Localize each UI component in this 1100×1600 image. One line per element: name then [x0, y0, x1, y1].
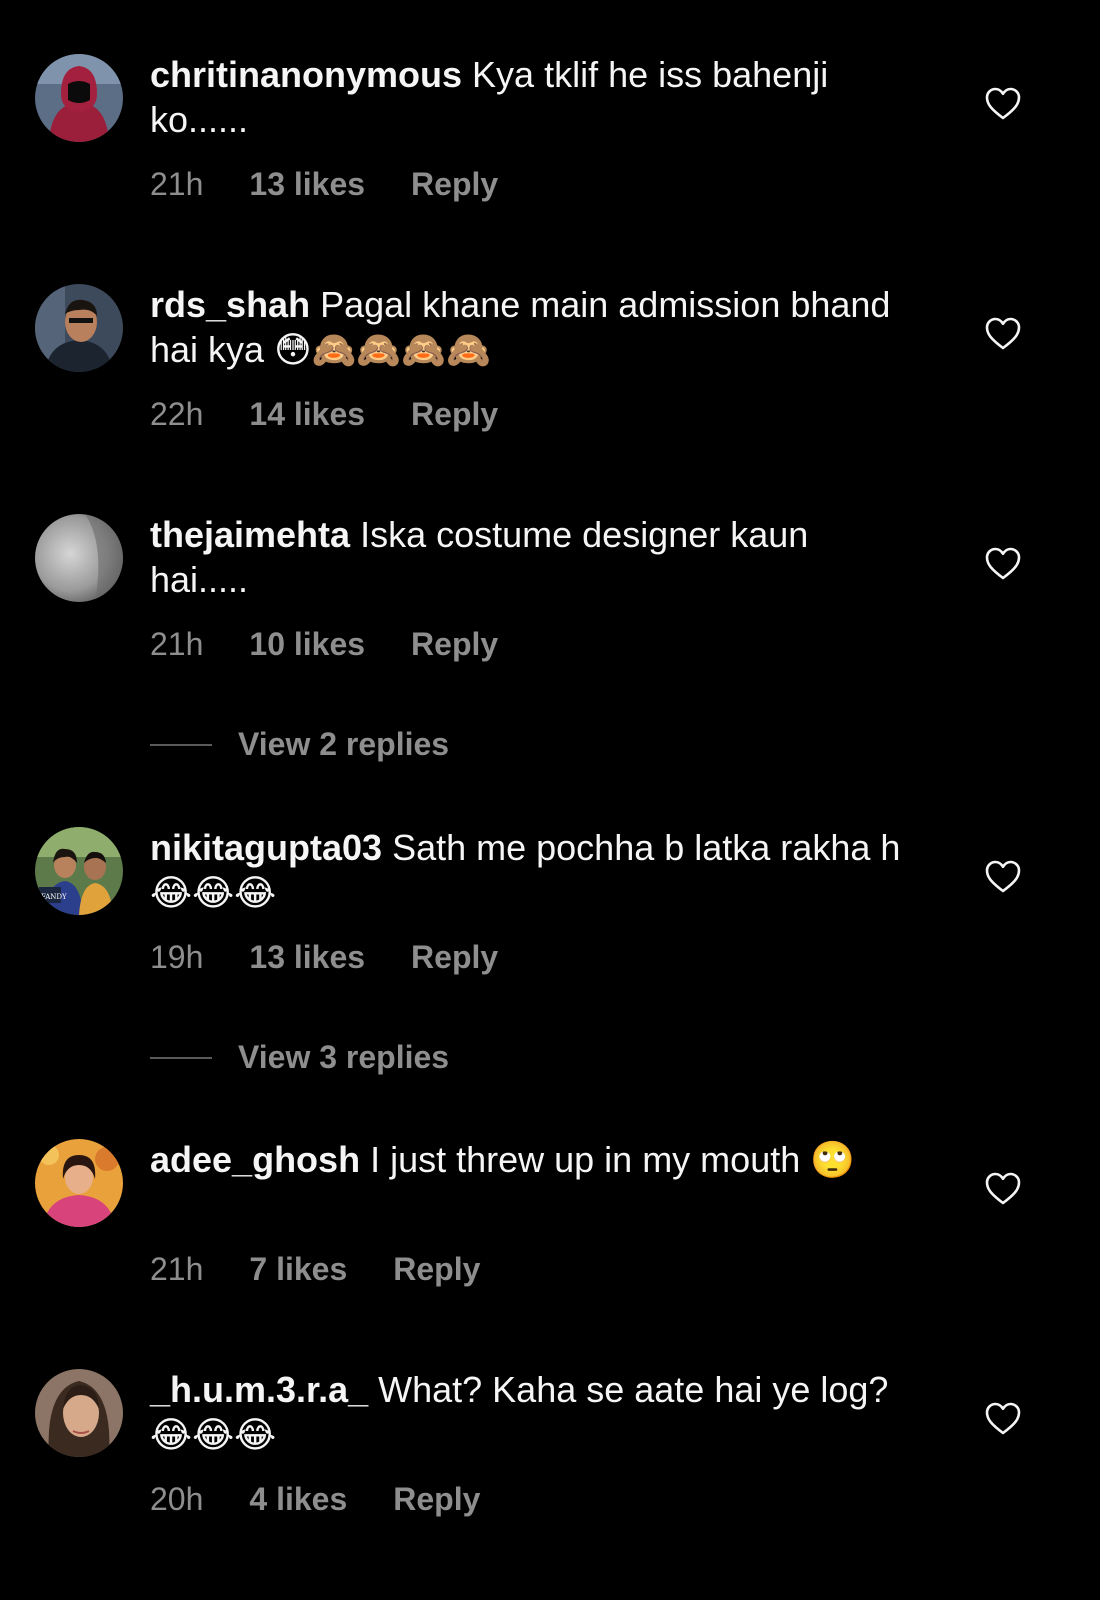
comment-text-block: thejaimehta Iska costume designer kaun ha… — [150, 512, 910, 602]
comment-username[interactable]: rds_shah — [150, 284, 310, 325]
view-replies-button[interactable]: View 3 replies — [150, 1039, 449, 1076]
comment-meta: 19h 13 likes Reply — [150, 939, 498, 976]
heart-outline-icon[interactable] — [985, 87, 1021, 121]
comment-username[interactable]: adee_ghosh — [150, 1139, 360, 1180]
comment-meta: 20h 4 likes Reply — [150, 1481, 480, 1518]
view-replies-label[interactable]: View 3 replies — [238, 1039, 449, 1075]
comment-text-block: _h.u.m.3.r.a_ What? Kaha se aate hai ye l… — [150, 1367, 910, 1457]
replies-divider-line — [150, 743, 212, 746]
comment-time: 21h — [150, 626, 204, 662]
replies-divider-line — [150, 1056, 212, 1059]
comment-time: 22h — [150, 396, 204, 432]
avatar[interactable] — [35, 284, 123, 372]
comment-time: 21h — [150, 166, 204, 202]
view-replies-label[interactable]: View 2 replies — [238, 726, 449, 762]
comment-text: I just threw up in my mouth 🙄 — [370, 1139, 856, 1180]
comment-meta: 21h 10 likes Reply — [150, 626, 498, 663]
reply-button[interactable]: Reply — [411, 166, 498, 202]
avatar[interactable] — [35, 514, 123, 602]
comment-time: 19h — [150, 939, 204, 975]
comment-time: 20h — [150, 1481, 204, 1517]
comment-meta: 21h 13 likes Reply — [150, 166, 498, 203]
avatar[interactable] — [35, 1369, 123, 1457]
comment-time: 21h — [150, 1251, 204, 1287]
reply-button[interactable]: Reply — [393, 1251, 480, 1287]
view-replies-button[interactable]: View 2 replies — [150, 726, 449, 763]
reply-button[interactable]: Reply — [411, 626, 498, 662]
reply-button[interactable]: Reply — [411, 396, 498, 432]
heart-outline-icon[interactable] — [985, 547, 1021, 581]
comment-username[interactable]: thejaimehta — [150, 514, 350, 555]
comment-likes[interactable]: 13 likes — [249, 939, 365, 975]
comment-meta: 21h 7 likes Reply — [150, 1251, 480, 1288]
comment-username[interactable]: _h.u.m.3.r.a_ — [150, 1369, 368, 1410]
heart-outline-icon[interactable] — [985, 317, 1021, 351]
heart-outline-icon[interactable] — [985, 1402, 1021, 1436]
comment-text-block: adee_ghosh I just threw up in my mouth 🙄 — [150, 1137, 910, 1182]
comment-likes[interactable]: 13 likes — [249, 166, 365, 202]
avatar[interactable]: FANDY — [35, 827, 123, 915]
comment-text-block: nikitagupta03 Sath me pochha b latka rakh… — [150, 825, 910, 915]
comment-likes[interactable]: 7 likes — [249, 1251, 347, 1287]
comment-text-block: chritinanonymous Kya tklif he iss bahenji… — [150, 52, 910, 142]
comment-meta: 22h 14 likes Reply — [150, 396, 498, 433]
avatar[interactable] — [35, 1139, 123, 1227]
reply-button[interactable]: Reply — [393, 1481, 480, 1517]
comment-likes[interactable]: 10 likes — [249, 626, 365, 662]
comment-likes[interactable]: 4 likes — [249, 1481, 347, 1517]
comment-likes[interactable]: 14 likes — [249, 396, 365, 432]
avatar[interactable] — [35, 54, 123, 142]
heart-outline-icon[interactable] — [985, 1172, 1021, 1206]
comment-text-block: rds_shah Pagal khane main admission bhand… — [150, 282, 910, 372]
comment-username[interactable]: chritinanonymous — [150, 54, 462, 95]
reply-button[interactable]: Reply — [411, 939, 498, 975]
heart-outline-icon[interactable] — [985, 860, 1021, 894]
comment-username[interactable]: nikitagupta03 — [150, 827, 382, 868]
svg-text:FANDY: FANDY — [41, 893, 67, 901]
